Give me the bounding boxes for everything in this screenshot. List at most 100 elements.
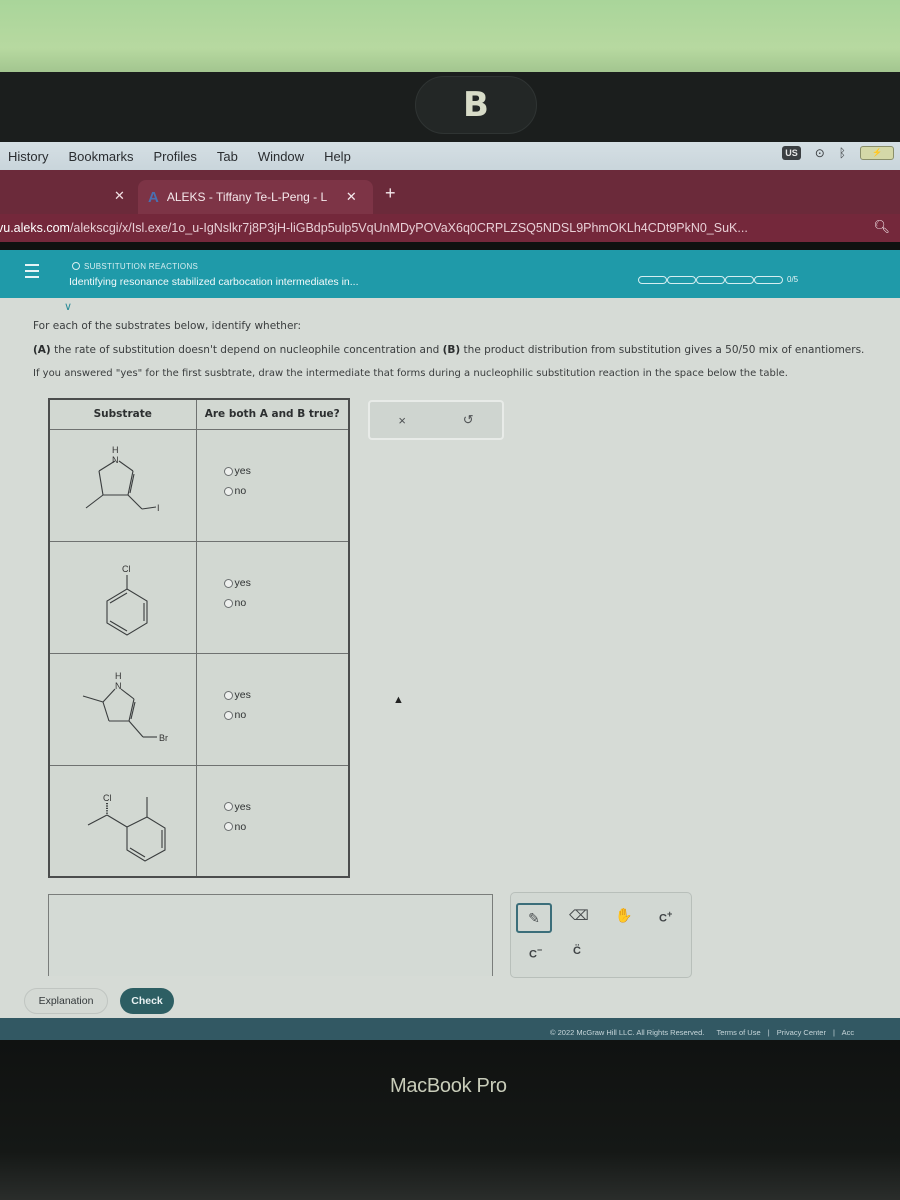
substrate-cell: H N I — [48, 428, 197, 542]
explanation-button[interactable]: Explanation — [24, 988, 108, 1014]
check-button[interactable]: Check — [120, 988, 174, 1014]
menu-window[interactable]: Window — [250, 149, 312, 164]
mouse-cursor-icon: ▲ — [393, 694, 404, 706]
option-yes[interactable]: yes — [223, 801, 349, 813]
drawing-palette: ✎ ⌫ ✋ C+ C− C̈ — [510, 892, 692, 978]
battery-charging-icon[interactable]: ⚡ — [860, 146, 894, 160]
label-i: I — [157, 503, 160, 513]
topic-title: Identifying resonance stabilized carboca… — [69, 276, 359, 288]
drawing-canvas[interactable] — [48, 894, 493, 976]
topic-circle-icon — [72, 262, 80, 270]
menu-hamburger-icon[interactable] — [25, 264, 39, 282]
radio-yes[interactable] — [223, 578, 233, 588]
url-text[interactable]: vu.aleks.com/alekscgi/x/Isl.exe/1o_u-IgN… — [0, 221, 867, 235]
answer-cell: yes no — [195, 540, 350, 654]
progress-segment — [725, 275, 754, 284]
aleks-favicon-icon: A — [148, 188, 159, 206]
close-icon[interactable]: ✕ — [114, 188, 125, 204]
laptop-bottom-bezel — [0, 1040, 900, 1200]
terms-link[interactable]: Terms of Use — [716, 1028, 760, 1037]
tab-title: ALEKS - Tiffany Te-L-Peng - L — [166, 190, 328, 204]
option-yes[interactable]: yes — [223, 577, 349, 589]
molecule-chloroethyl-methylbenzene: Cl — [87, 793, 166, 862]
radio-no[interactable] — [223, 710, 233, 720]
menu-tab[interactable]: Tab — [209, 149, 246, 164]
radio-yes[interactable] — [223, 466, 233, 476]
label-n: N — [115, 681, 122, 691]
menu-profiles[interactable]: Profiles — [145, 149, 204, 164]
answer-cell: yes no — [195, 764, 350, 878]
new-tab-plus-icon[interactable]: + — [385, 183, 396, 204]
browser-tabbar: ✕ A ALEKS - Tiffany Te-L-Peng - L ✕ + — [0, 170, 900, 214]
instruction-line-1: For each of the substrates below, identi… — [33, 320, 302, 332]
answer-cell: yes no — [195, 652, 350, 766]
option-no[interactable]: no — [223, 709, 349, 721]
molecule-bromomethyl-dihydropyrrole: H N Br — [82, 671, 168, 743]
instruction-line-2: (A) the rate of substitution doesn't dep… — [33, 344, 865, 356]
progress-label: 0/5 — [787, 275, 799, 284]
label-h: H — [112, 445, 119, 455]
radio-no[interactable] — [223, 822, 233, 832]
table-row: H N I yes no — [48, 428, 350, 542]
substrate-table: Substrate Are both A and B true? H N I y… — [48, 398, 350, 878]
progress-segment — [638, 275, 667, 284]
progress-segment — [754, 275, 783, 284]
molecule-iodomethyl-dihydropyrrole: H N I — [85, 445, 160, 513]
substrate-cell: H N Br — [48, 652, 197, 766]
progress-segment — [696, 275, 725, 284]
play-circle-icon[interactable]: ⊙ — [815, 146, 825, 160]
topic-label: SUBSTITUTION REACTIONS — [72, 262, 198, 271]
table-row: Cl yes no — [48, 540, 350, 654]
option-yes[interactable]: yes — [223, 465, 349, 477]
carbene-tool[interactable]: C̈ — [573, 945, 581, 957]
accessibility-link[interactable]: Acc — [842, 1028, 855, 1037]
chevron-down-icon[interactable]: ∨ — [64, 300, 72, 313]
option-yes[interactable]: yes — [223, 689, 349, 701]
instruction-line-3: If you answered "yes" for the first susb… — [33, 368, 788, 379]
header-substrate: Substrate — [48, 398, 197, 430]
label-cl: Cl — [122, 564, 131, 574]
pencil-icon[interactable]: ✎ — [516, 903, 552, 933]
webcam-cover-logo: B — [463, 85, 489, 125]
table-row: H N Br yes no — [48, 652, 350, 766]
carbanion-tool[interactable]: C− — [529, 945, 542, 961]
browser-tab-aleks[interactable]: A ALEKS - Tiffany Te-L-Peng - L ✕ — [138, 180, 373, 214]
close-tab-icon[interactable]: ✕ — [346, 189, 357, 205]
address-bar[interactable]: vu.aleks.com/alekscgi/x/Isl.exe/1o_u-IgN… — [0, 214, 900, 242]
radio-yes[interactable] — [223, 690, 233, 700]
substrate-cell: Cl — [48, 540, 197, 654]
menu-history[interactable]: History — [0, 149, 56, 164]
carbocation-tool[interactable]: C+ — [659, 909, 672, 925]
radio-yes[interactable] — [223, 802, 233, 812]
menu-bookmarks[interactable]: Bookmarks — [60, 149, 141, 164]
aleks-header: SUBSTITUTION REACTIONS Identifying reson… — [0, 250, 900, 534]
option-no[interactable]: no — [223, 597, 349, 609]
search-icon[interactable]: 🔍︎ — [873, 219, 890, 235]
label-h: H — [115, 671, 122, 681]
input-source-badge[interactable]: US — [782, 146, 801, 160]
substrate-cell: Cl — [48, 764, 197, 878]
hand-icon[interactable]: ✋ — [615, 907, 632, 924]
menu-help[interactable]: Help — [316, 149, 359, 164]
answer-tools: × ↺ — [368, 400, 504, 440]
progress-indicator: 0/5 — [638, 275, 798, 284]
photo-background — [0, 0, 900, 80]
radio-no[interactable] — [223, 598, 233, 608]
option-no[interactable]: no — [223, 485, 349, 497]
question-content: ∨ For each of the substrates below, iden… — [0, 298, 900, 1018]
label-br: Br — [159, 733, 168, 743]
clear-x-icon[interactable]: × — [398, 413, 406, 428]
footer: © 2022 McGraw Hill LLC. All Rights Reser… — [0, 1018, 900, 1040]
radio-no[interactable] — [223, 486, 233, 496]
privacy-link[interactable]: Privacy Center — [777, 1028, 826, 1037]
label-cl: Cl — [103, 793, 112, 803]
eraser-icon[interactable]: ⌫ — [569, 907, 589, 924]
progress-segment — [667, 275, 696, 284]
copyright-text: © 2022 McGraw Hill LLC. All Rights Reser… — [550, 1028, 705, 1037]
undo-icon[interactable]: ↺ — [463, 412, 474, 428]
label-n: N — [112, 455, 119, 465]
option-no[interactable]: no — [223, 821, 349, 833]
header-both-true: Are both A and B true? — [195, 398, 350, 430]
bluetooth-icon[interactable]: ᛒ — [839, 146, 846, 160]
mac-menubar: History Bookmarks Profiles Tab Window He… — [0, 142, 900, 170]
